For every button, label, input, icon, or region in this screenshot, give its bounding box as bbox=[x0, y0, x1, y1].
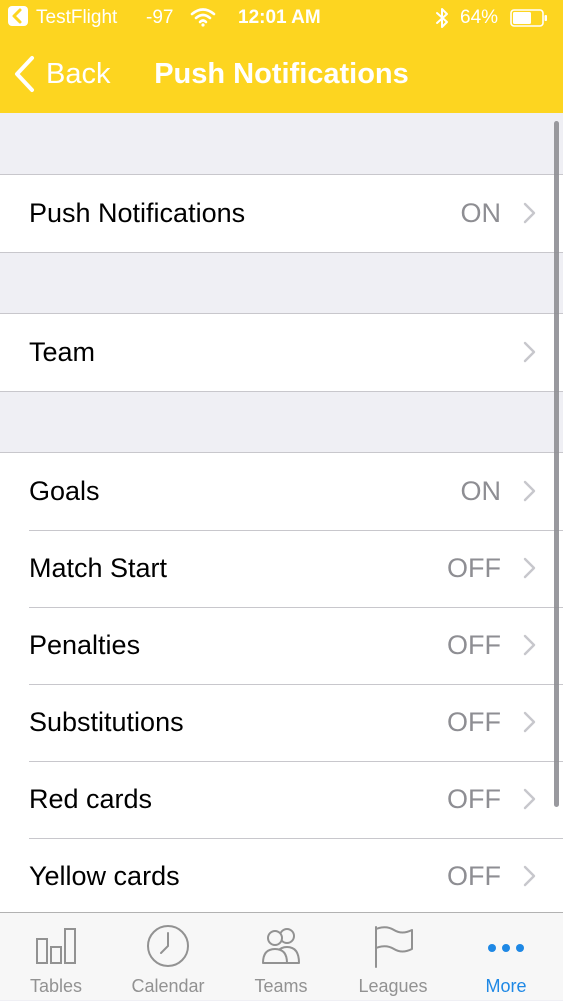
row-label: Match Start bbox=[29, 553, 168, 583]
flag-icon bbox=[375, 926, 413, 968]
tab-label: More bbox=[485, 976, 527, 996]
row-push-notifications[interactable]: Push Notifications ON bbox=[0, 175, 563, 252]
row-label: Substitutions bbox=[29, 707, 184, 737]
section-push: Push Notifications ON bbox=[0, 174, 563, 253]
tab-more[interactable]: More bbox=[450, 913, 562, 1001]
clock-icon bbox=[147, 925, 189, 967]
tab-tables[interactable]: Tables bbox=[0, 913, 112, 1001]
chevron-right-icon bbox=[523, 557, 536, 579]
section-team: Team bbox=[0, 313, 563, 392]
row-value: OFF bbox=[447, 630, 501, 660]
row-label: Team bbox=[29, 337, 96, 367]
row-value: ON bbox=[460, 476, 502, 506]
row-label: Yellow cards bbox=[29, 861, 180, 891]
tab-calendar[interactable]: Calendar bbox=[112, 913, 224, 1001]
tab-leagues[interactable]: Leagues bbox=[337, 913, 449, 1001]
row-value: ON bbox=[460, 198, 502, 228]
status-bar: TestFlight -97 12:01 AM 64% bbox=[0, 0, 563, 36]
status-time: 12:01 AM bbox=[238, 7, 321, 28]
chevron-right-icon bbox=[523, 480, 536, 502]
chevron-right-icon bbox=[523, 788, 536, 810]
chevron-right-icon bbox=[523, 202, 536, 224]
tab-label: Teams bbox=[254, 976, 308, 996]
row-match-start[interactable]: Match Start OFF bbox=[0, 530, 563, 607]
more-dots-icon bbox=[488, 944, 524, 952]
row-substitutions[interactable]: Substitutions OFF bbox=[0, 684, 563, 761]
vertical-scrollbar[interactable] bbox=[554, 121, 559, 807]
settings-list[interactable]: Push Notifications ON Team Goals ON Matc… bbox=[0, 113, 563, 912]
row-team[interactable]: Team bbox=[0, 314, 563, 391]
people-icon bbox=[262, 928, 300, 964]
wifi-icon bbox=[190, 6, 216, 34]
battery-icon bbox=[510, 9, 548, 27]
bluetooth-icon bbox=[434, 6, 450, 36]
tab-label: Calendar bbox=[131, 976, 205, 996]
row-label: Goals bbox=[29, 476, 100, 506]
back-button[interactable]: Back bbox=[12, 54, 110, 94]
row-yellow-cards[interactable]: Yellow cards OFF bbox=[0, 838, 563, 912]
row-goals[interactable]: Goals ON bbox=[0, 453, 563, 530]
carrier-label: TestFlight bbox=[36, 7, 118, 28]
tab-bar: Tables Calendar Teams Leagues More bbox=[0, 912, 563, 1000]
tab-teams[interactable]: Teams bbox=[225, 913, 337, 1001]
back-button-label: Back bbox=[46, 57, 111, 90]
row-value: OFF bbox=[447, 707, 501, 737]
signal-strength: -97 bbox=[146, 7, 174, 28]
chevron-right-icon bbox=[523, 634, 536, 656]
row-label: Red cards bbox=[29, 784, 153, 814]
row-label: Push Notifications bbox=[29, 198, 246, 228]
tab-label: Tables bbox=[29, 976, 83, 996]
header: TestFlight -97 12:01 AM 64% Push Notific… bbox=[0, 0, 563, 113]
chevron-right-icon bbox=[523, 341, 536, 363]
row-label: Penalties bbox=[29, 630, 141, 660]
tab-label: Leagues bbox=[358, 976, 428, 996]
chevron-right-icon bbox=[523, 865, 536, 887]
section-events: Goals ON Match Start OFF Penalties OFF S… bbox=[0, 452, 563, 912]
chevron-left-icon bbox=[15, 56, 34, 92]
row-value: OFF bbox=[447, 861, 501, 891]
chevron-right-icon bbox=[523, 711, 536, 733]
row-red-cards[interactable]: Red cards OFF bbox=[0, 761, 563, 838]
row-value: OFF bbox=[447, 553, 501, 583]
row-value: OFF bbox=[447, 784, 501, 814]
bar-chart-icon bbox=[36, 928, 76, 964]
battery-percent: 64% bbox=[460, 7, 499, 28]
back-to-app-icon[interactable] bbox=[8, 6, 28, 26]
row-penalties[interactable]: Penalties OFF bbox=[0, 607, 563, 684]
navigation-bar: Push Notifications Back bbox=[0, 36, 563, 113]
